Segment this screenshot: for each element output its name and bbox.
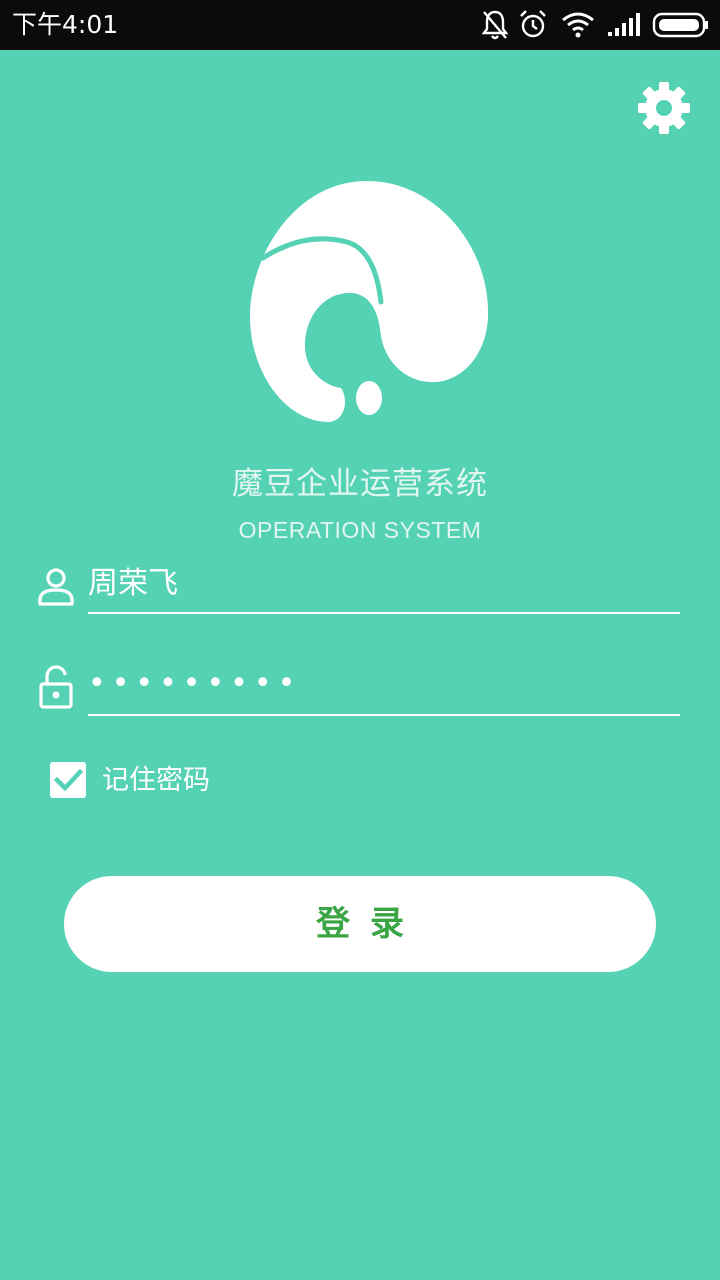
remember-label: 记住密码 bbox=[102, 765, 210, 796]
checkmark-icon bbox=[53, 768, 84, 792]
gear-icon bbox=[638, 82, 690, 134]
status-icons bbox=[480, 8, 710, 42]
alarm-icon bbox=[520, 10, 546, 38]
wifi-icon bbox=[562, 12, 594, 38]
app-subtitle: OPERATION SYSTEM bbox=[238, 517, 482, 543]
notifications-off-icon bbox=[481, 10, 509, 40]
status-bar: 下午4:01 bbox=[0, 0, 720, 50]
signal-icon bbox=[608, 13, 640, 36]
password-input[interactable]: ••••••••• bbox=[88, 664, 301, 704]
remember-checkbox[interactable] bbox=[50, 762, 86, 798]
app-title: 魔豆企业运营系统 bbox=[232, 466, 488, 502]
password-underline bbox=[88, 714, 680, 716]
status-time: 下午4:01 bbox=[12, 10, 119, 39]
app-logo bbox=[245, 176, 495, 426]
login-button-label: 登录 bbox=[316, 904, 424, 944]
lock-icon bbox=[39, 665, 73, 709]
password-field[interactable]: ••••••••• bbox=[36, 664, 680, 724]
user-icon bbox=[38, 568, 74, 606]
login-button[interactable]: 登录 bbox=[64, 876, 656, 972]
logo-icon bbox=[250, 181, 489, 422]
battery-icon bbox=[652, 12, 708, 38]
username-field[interactable]: 周荣飞 bbox=[36, 562, 680, 622]
username-input[interactable]: 周荣飞 bbox=[88, 564, 178, 604]
settings-button[interactable] bbox=[634, 78, 694, 138]
username-underline bbox=[88, 612, 680, 614]
